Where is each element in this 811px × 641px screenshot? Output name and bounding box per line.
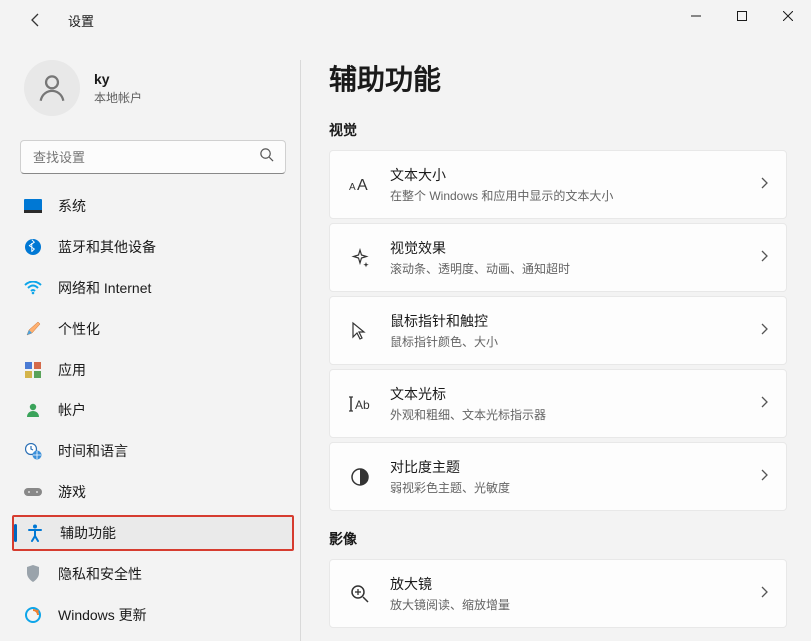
card-text-size[interactable]: AA 文本大小 在整个 Windows 和应用中显示的文本大小: [329, 150, 787, 219]
sidebar-item-label: 系统: [58, 196, 86, 216]
card-sub: 鼠标指针颜色、大小: [390, 333, 742, 350]
search-wrap: [20, 140, 286, 174]
paintbrush-icon: [24, 320, 42, 338]
card-sub: 外观和粗细、文本光标指示器: [390, 406, 742, 423]
sidebar-item-privacy[interactable]: 隐私和安全性: [12, 555, 294, 592]
sidebar-item-gaming[interactable]: 游戏: [12, 474, 294, 511]
card-title: 视觉效果: [390, 238, 742, 258]
account-icon: [24, 401, 42, 419]
search-icon: [259, 147, 274, 167]
sidebar-item-accounts[interactable]: 帐户: [12, 392, 294, 429]
user-block[interactable]: ky 本地帐户: [12, 52, 294, 134]
card-title: 文本大小: [390, 165, 742, 185]
svg-text:A: A: [357, 177, 368, 194]
chevron-right-icon: [760, 468, 768, 486]
close-icon: [783, 11, 793, 21]
chevron-right-icon: [760, 585, 768, 603]
card-sub: 放大镜阅读、缩放增量: [390, 596, 742, 613]
user-name: ky: [94, 71, 142, 87]
chevron-right-icon: [760, 395, 768, 413]
titlebar: 设置: [0, 0, 811, 40]
maximize-button[interactable]: [719, 0, 765, 32]
back-button[interactable]: [20, 4, 52, 36]
sidebar-item-label: 网络和 Internet: [58, 278, 151, 298]
card-mouse-pointer[interactable]: 鼠标指针和触控 鼠标指针颜色、大小: [329, 296, 787, 365]
card-text-cursor[interactable]: Ab 文本光标 外观和粗细、文本光标指示器: [329, 369, 787, 438]
card-sub: 弱视彩色主题、光敏度: [390, 479, 742, 496]
card-magnifier[interactable]: 放大镜 放大镜阅读、缩放增量: [329, 559, 787, 628]
sidebar-item-label: 游戏: [58, 482, 86, 502]
card-visual-effects[interactable]: 视觉效果 滚动条、透明度、动画、通知超时: [329, 223, 787, 292]
app-title: 设置: [68, 11, 94, 30]
sidebar-item-bluetooth[interactable]: 蓝牙和其他设备: [12, 229, 294, 266]
card-title: 鼠标指针和触控: [390, 311, 742, 331]
contrast-icon: [348, 465, 372, 489]
sparkle-icon: [348, 246, 372, 270]
person-icon: [35, 71, 69, 105]
arrow-left-icon: [28, 12, 44, 28]
shield-icon: [24, 565, 42, 583]
sidebar-item-windows-update[interactable]: Windows 更新: [12, 596, 294, 633]
sidebar-item-personalization[interactable]: 个性化: [12, 310, 294, 347]
svg-text:A: A: [349, 182, 356, 193]
sidebar-item-accessibility[interactable]: 辅助功能: [12, 515, 294, 552]
chevron-right-icon: [760, 249, 768, 267]
gamepad-icon: [24, 483, 42, 501]
user-account-type: 本地帐户: [94, 89, 142, 106]
update-icon: [24, 606, 42, 624]
nav: 系统 蓝牙和其他设备 网络和 Internet 个性化 应用 帐户: [12, 188, 294, 641]
minimize-icon: [691, 11, 701, 21]
chevron-right-icon: [760, 322, 768, 340]
window-controls: [673, 0, 811, 32]
card-contrast-themes[interactable]: 对比度主题 弱视彩色主题、光敏度: [329, 442, 787, 511]
search-input[interactable]: [20, 140, 286, 174]
card-sub: 滚动条、透明度、动画、通知超时: [390, 260, 742, 277]
close-button[interactable]: [765, 0, 811, 32]
card-title: 文本光标: [390, 384, 742, 404]
system-icon: [24, 197, 42, 215]
sidebar-item-label: 应用: [58, 360, 86, 380]
sidebar-item-time-language[interactable]: 时间和语言: [12, 433, 294, 470]
chevron-right-icon: [760, 176, 768, 194]
media-card-list: 放大镜 放大镜阅读、缩放增量: [329, 559, 787, 628]
sidebar-item-label: 辅助功能: [60, 523, 116, 543]
vision-card-list: AA 文本大小 在整个 Windows 和应用中显示的文本大小 视觉效果 滚动条…: [329, 150, 787, 511]
text-size-icon: AA: [348, 173, 372, 197]
apps-icon: [24, 361, 42, 379]
text-cursor-icon: Ab: [348, 392, 372, 416]
card-title: 对比度主题: [390, 457, 742, 477]
page-title: 辅助功能: [329, 58, 787, 98]
sidebar-item-label: 隐私和安全性: [58, 564, 142, 584]
sidebar-item-label: 帐户: [58, 400, 86, 420]
main-content: 辅助功能 视觉 AA 文本大小 在整个 Windows 和应用中显示的文本大小 …: [301, 40, 811, 641]
sidebar-item-system[interactable]: 系统: [12, 188, 294, 225]
avatar: [24, 60, 80, 116]
accessibility-icon: [26, 524, 44, 542]
sidebar-item-apps[interactable]: 应用: [12, 351, 294, 388]
magnifier-icon: [348, 582, 372, 606]
minimize-button[interactable]: [673, 0, 719, 32]
sidebar-item-label: Windows 更新: [58, 605, 147, 625]
svg-text:Ab: Ab: [355, 398, 370, 412]
section-label-media: 影像: [329, 529, 787, 549]
clock-globe-icon: [24, 442, 42, 460]
section-label-vision: 视觉: [329, 120, 787, 140]
sidebar-item-label: 蓝牙和其他设备: [58, 237, 156, 257]
card-title: 放大镜: [390, 574, 742, 594]
sidebar-item-label: 个性化: [58, 319, 100, 339]
wifi-icon: [24, 279, 42, 297]
maximize-icon: [737, 11, 747, 21]
sidebar: ky 本地帐户 系统 蓝牙和其他设备 网络和 Internet: [0, 40, 300, 641]
cursor-icon: [348, 319, 372, 343]
bluetooth-icon: [24, 238, 42, 256]
sidebar-item-network[interactable]: 网络和 Internet: [12, 270, 294, 307]
sidebar-item-label: 时间和语言: [58, 441, 128, 461]
card-sub: 在整个 Windows 和应用中显示的文本大小: [390, 187, 742, 204]
